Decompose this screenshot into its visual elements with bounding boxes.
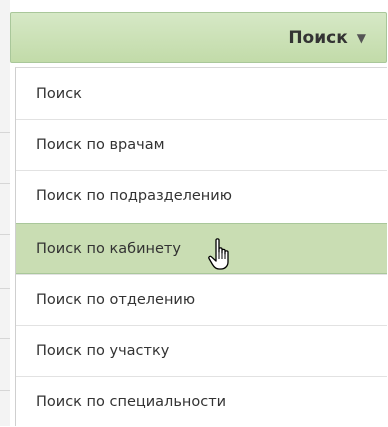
- search-dropdown-button[interactable]: Поиск ▼: [10, 12, 387, 63]
- menu-item-search-by-department[interactable]: Поиск по отделению: [16, 274, 387, 325]
- menu-item-search-by-specialty[interactable]: Поиск по специальности: [16, 376, 387, 427]
- panel-divider: [0, 390, 10, 391]
- search-dropdown-menu: Поиск Поиск по врачам Поиск по подраздел…: [15, 67, 387, 426]
- menu-item-search-by-cabinet[interactable]: Поиск по кабинету: [16, 223, 387, 274]
- menu-item-label: Поиск по отделению: [36, 292, 196, 308]
- menu-item-label: Поиск по специальности: [36, 394, 227, 410]
- panel-divider: [0, 183, 10, 184]
- menu-item-label: Поиск по участку: [36, 343, 170, 359]
- menu-item-label: Поиск: [36, 85, 82, 102]
- panel-divider: [0, 288, 10, 289]
- menu-item-label: Поиск по врачам: [36, 137, 165, 153]
- background-panel-edge: [0, 0, 10, 426]
- caret-down-icon: ▼: [356, 30, 366, 45]
- menu-item-search[interactable]: Поиск: [16, 68, 387, 119]
- panel-divider: [0, 338, 10, 339]
- panel-divider: [0, 234, 10, 235]
- panel-divider: [0, 132, 10, 133]
- menu-item-label: Поиск по подразделению: [36, 188, 232, 204]
- menu-item-search-by-district[interactable]: Поиск по участку: [16, 325, 387, 376]
- hand-pointer-icon: [208, 238, 229, 270]
- search-button-label: Поиск: [288, 27, 348, 48]
- menu-item-search-by-doctors[interactable]: Поиск по врачам: [16, 119, 387, 170]
- menu-item-label: Поиск по кабинету: [36, 240, 181, 257]
- menu-item-search-by-subdivision[interactable]: Поиск по подразделению: [16, 170, 387, 221]
